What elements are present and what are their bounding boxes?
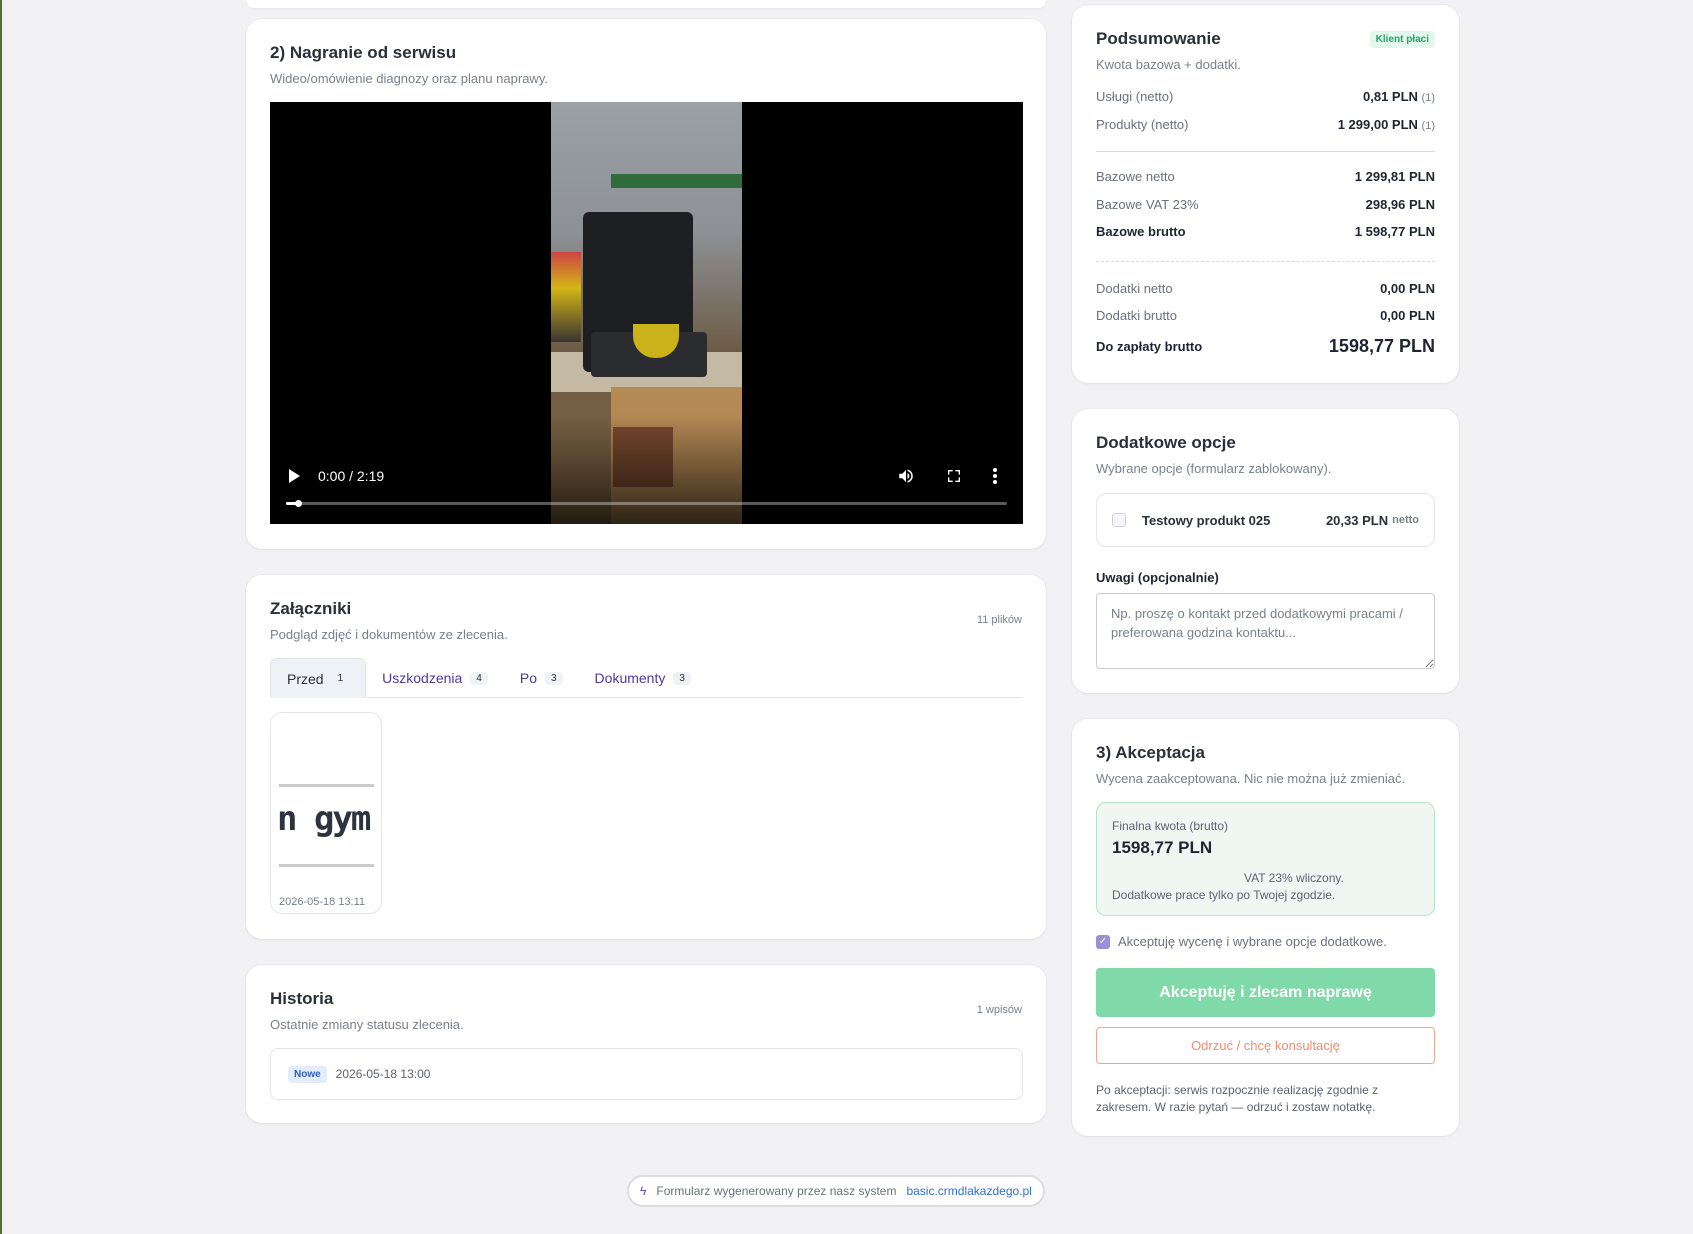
options-card: Dodatkowe opcje Wybrane opcje (formularz… bbox=[1072, 409, 1459, 693]
accept-checkbox-row[interactable]: ✓ Akceptuję wycenę i wybrane opcje dodat… bbox=[1096, 934, 1387, 949]
option-price: 20,33 PLN bbox=[1325, 512, 1389, 528]
after-acceptance-note: Po akceptacji: serwis rozpocznie realiza… bbox=[1096, 1083, 1379, 1114]
summary-label: Bazowe brutto bbox=[1096, 224, 1186, 239]
reject-button[interactable]: Odrzuć / chcę konsultację bbox=[1096, 1027, 1435, 1064]
tab-przed[interactable]: Przed 1 bbox=[270, 658, 367, 698]
summary-total-value: 1598,77 PLN bbox=[1328, 336, 1435, 356]
final-amount-label: Finalna kwota (brutto) bbox=[1112, 819, 1229, 833]
summary-value: 1 299,81 PLN bbox=[1354, 169, 1435, 184]
video-card: 2) Nagranie od serwisu Wideo/omówienie d… bbox=[246, 19, 1046, 549]
summary-row-base-gross: Bazowe brutto 1 598,77 PLN bbox=[1096, 224, 1435, 239]
video-time: 0:00 / 2:19 bbox=[318, 468, 385, 484]
summary-value: 0,00 PLN bbox=[1380, 308, 1435, 323]
tab-count: 3 bbox=[544, 671, 563, 685]
summary-row-base-vat: Bazowe VAT 23% 298,96 PLN bbox=[1096, 197, 1435, 212]
bolt-icon: ϟ bbox=[640, 1184, 647, 1198]
tab-count: 3 bbox=[673, 671, 691, 685]
final-amount-box: Finalna kwota (brutto) 1598,77 PLN VAT 2… bbox=[1096, 802, 1435, 916]
summary-value: 298,96 PLN bbox=[1365, 197, 1435, 212]
tab-label: Przed bbox=[287, 670, 324, 687]
accept-checkbox-label: Akceptuję wycenę i wybrane opcje dodatko… bbox=[1118, 934, 1387, 949]
video-player[interactable]: 0:00 / 2:19 bbox=[270, 102, 1023, 524]
thumbnail-date: 2026-05-18 13:11 bbox=[279, 896, 366, 908]
attachments-tabs: Przed 1 Uszkodzenia 4 Po 3 Dokumenty 3 bbox=[270, 658, 1023, 698]
option-item[interactable]: Testowy produkt 025 20,33 PLN netto bbox=[1096, 493, 1435, 547]
thumbnail-rule bbox=[279, 784, 374, 787]
attachments-count: 11 plików bbox=[976, 614, 1022, 626]
extra-work-note: Dodatkowe prace tylko po Twojej zgodzie. bbox=[1112, 888, 1336, 902]
final-amount-value: 1598,77 PLN bbox=[1112, 838, 1213, 857]
tab-label: Po bbox=[519, 670, 537, 686]
option-unit: netto bbox=[1392, 514, 1419, 526]
history-date: 2026-05-18 13:00 bbox=[335, 1067, 431, 1081]
summary-value: 1 598,77 PLN bbox=[1354, 224, 1435, 239]
history-entry: Nowe 2026-05-18 13:00 bbox=[270, 1048, 1023, 1100]
summary-label: Usługi (netto) bbox=[1096, 89, 1174, 104]
option-name: Testowy produkt 025 bbox=[1142, 512, 1271, 528]
more-options-icon[interactable] bbox=[992, 467, 998, 485]
summary-label: Bazowe netto bbox=[1096, 169, 1175, 184]
accept-button[interactable]: Akceptuję i zlecam naprawę bbox=[1096, 968, 1435, 1017]
video-progress-knob[interactable] bbox=[295, 500, 302, 507]
tab-count: 1 bbox=[337, 673, 344, 684]
summary-card: Podsumowanie Kwota bazowa + dodatki. Kli… bbox=[1072, 5, 1459, 383]
previous-card-edge bbox=[246, 0, 1046, 8]
video-progress-bar[interactable] bbox=[286, 500, 1007, 507]
notes-label: Uwagi (opcjonalnie) bbox=[1096, 570, 1219, 585]
summary-label: Dodatki netto bbox=[1096, 281, 1173, 296]
vat-note: VAT 23% wliczony. bbox=[1244, 871, 1344, 885]
summary-label: Produkty (netto) bbox=[1096, 117, 1189, 132]
tab-label: Uszkodzenia bbox=[382, 670, 463, 686]
summary-value: 0,00 PLN bbox=[1380, 281, 1435, 296]
summary-row-products: Produkty (netto) 1 299,00 PLN (1) bbox=[1096, 117, 1435, 132]
acceptance-subtitle: Wycena zaakceptowana. Nic nie można już … bbox=[1096, 771, 1406, 786]
summary-divider bbox=[1096, 261, 1435, 262]
attachment-thumbnail[interactable]: n gym 2026-05-18 13:11 bbox=[270, 712, 382, 914]
footer-link[interactable]: basic.crmdlakazdego.pl bbox=[906, 1184, 1031, 1198]
summary-label: Do zapłaty brutto bbox=[1096, 339, 1203, 354]
summary-row-extras-net: Dodatki netto 0,00 PLN bbox=[1096, 281, 1435, 296]
history-subtitle: Ostatnie zmiany statusu zlecenia. bbox=[270, 1017, 464, 1032]
attachments-title: Załączniki bbox=[270, 599, 352, 618]
tab-po[interactable]: Po 3 bbox=[504, 658, 579, 698]
tab-dokumenty[interactable]: Dokumenty 3 bbox=[579, 658, 707, 698]
tab-label: Dokumenty bbox=[594, 670, 666, 686]
thumbnail-image-text: n gym bbox=[277, 799, 371, 839]
summary-subtitle: Kwota bazowa + dodatki. bbox=[1096, 57, 1241, 72]
summary-value: 0,81 PLN (1) bbox=[1363, 89, 1435, 104]
acceptance-title: 3) Akceptacja bbox=[1096, 743, 1205, 762]
summary-value: 1 299,00 PLN (1) bbox=[1337, 117, 1435, 132]
options-subtitle: Wybrane opcje (formularz zablokowany). bbox=[1096, 461, 1332, 476]
history-title: Historia bbox=[270, 989, 334, 1008]
client-pays-badge: Klient płaci bbox=[1369, 31, 1435, 48]
acceptance-card: 3) Akceptacja Wycena zaakceptowana. Nic … bbox=[1072, 719, 1459, 1136]
window-edge bbox=[0, 0, 2, 1234]
thumbnail-rule bbox=[279, 864, 374, 867]
option-checkbox[interactable] bbox=[1112, 513, 1126, 527]
summary-row-services: Usługi (netto) 0,81 PLN (1) bbox=[1096, 89, 1435, 104]
options-title: Dodatkowe opcje bbox=[1096, 433, 1236, 452]
footer-badge: ϟ Formularz wygenerowany przez nasz syst… bbox=[627, 1175, 1045, 1207]
volume-icon[interactable] bbox=[897, 467, 915, 485]
tab-uszkodzenia[interactable]: Uszkodzenia 4 bbox=[366, 658, 504, 698]
tab-count: 4 bbox=[470, 671, 488, 685]
checkmark-icon[interactable]: ✓ bbox=[1096, 934, 1110, 949]
summary-label: Dodatki brutto bbox=[1096, 308, 1177, 323]
notes-textarea[interactable] bbox=[1096, 593, 1435, 669]
summary-row-total: Do zapłaty brutto 1598,77 PLN bbox=[1096, 336, 1435, 357]
fullscreen-icon[interactable] bbox=[946, 468, 962, 484]
history-card: Historia Ostatnie zmiany statusu zleceni… bbox=[246, 965, 1046, 1123]
attachments-subtitle: Podgląd zdjęć i dokumentów ze zlecenia. bbox=[270, 627, 508, 642]
summary-divider bbox=[1096, 151, 1435, 152]
play-icon[interactable] bbox=[289, 469, 300, 483]
video-subtitle: Wideo/omówienie diagnozy oraz planu napr… bbox=[270, 71, 548, 86]
summary-row-extras-gross: Dodatki brutto 0,00 PLN bbox=[1096, 308, 1435, 323]
footer-text: Formularz wygenerowany przez nasz system bbox=[656, 1184, 897, 1198]
video-title: 2) Nagranie od serwisu bbox=[270, 43, 457, 62]
status-badge: Nowe bbox=[288, 1065, 327, 1083]
summary-row-base-net: Bazowe netto 1 299,81 PLN bbox=[1096, 169, 1435, 184]
history-count: 1 wpisów bbox=[976, 1004, 1022, 1016]
attachments-card: Załączniki Podgląd zdjęć i dokumentów ze… bbox=[246, 575, 1046, 939]
summary-label: Bazowe VAT 23% bbox=[1096, 197, 1199, 212]
